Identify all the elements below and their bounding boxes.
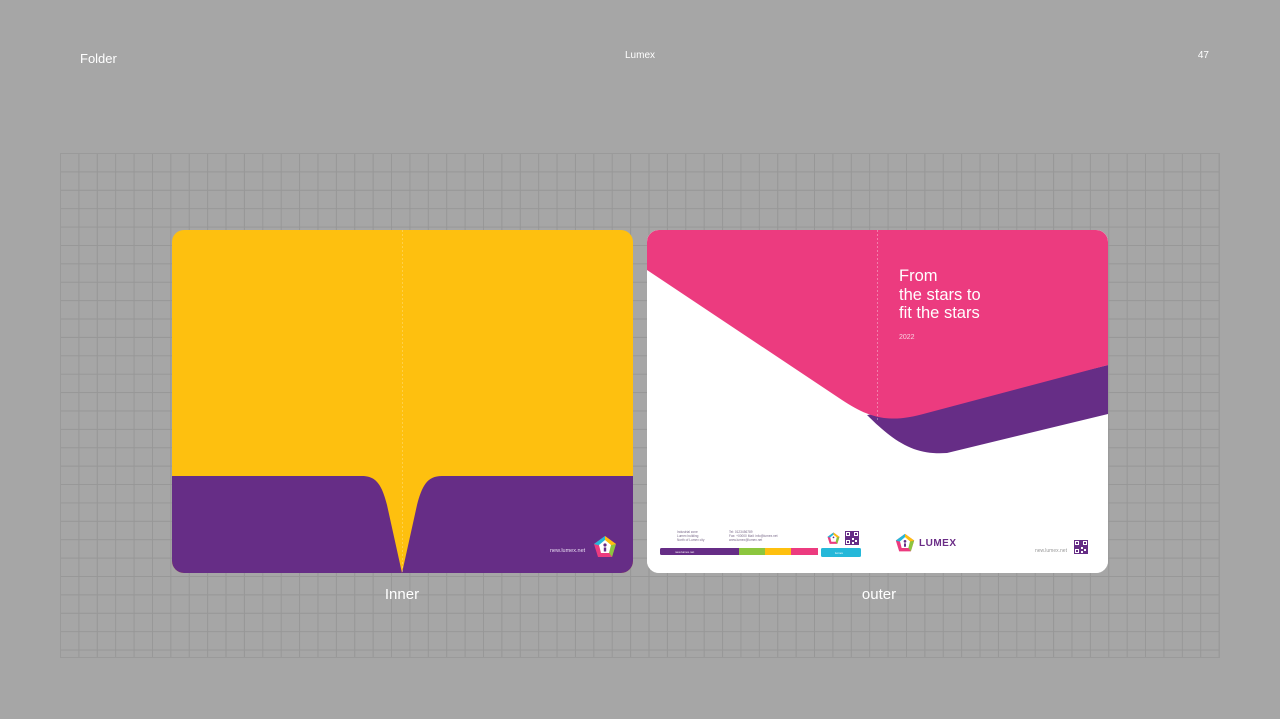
header-brand: Lumex bbox=[624, 50, 655, 61]
folder-outer-mockup: From the stars to fit the stars 2022 Ind… bbox=[647, 230, 1108, 573]
lumex-logo-icon bbox=[827, 532, 840, 544]
qr-code-icon bbox=[1074, 540, 1088, 554]
folder-inner-artwork bbox=[172, 230, 633, 573]
contact-line: www.lumex@lumex.net bbox=[729, 538, 763, 542]
chip-label: lumex bbox=[835, 551, 844, 555]
lumex-wordmark: LUMEX bbox=[919, 538, 957, 549]
qr-code-icon bbox=[845, 531, 859, 545]
outer-caption: outer bbox=[861, 586, 897, 603]
page-header: Folder Lumex 47 bbox=[0, 0, 1280, 80]
folder-outer-artwork bbox=[647, 230, 1108, 573]
bar-label: new.lumex.net bbox=[675, 550, 695, 554]
outer-url-text: new.lumex.net bbox=[1035, 548, 1067, 554]
outer-tagline: From the stars to fit the stars bbox=[899, 267, 981, 322]
page-number: 47 bbox=[1197, 50, 1209, 61]
folder-inner-mockup: new.lumex.net bbox=[172, 230, 633, 573]
outer-year: 2022 bbox=[899, 334, 915, 341]
inner-caption: Inner bbox=[384, 586, 420, 603]
inner-url-text: new.lumex.net bbox=[550, 548, 586, 554]
lumex-logo-icon bbox=[594, 536, 616, 557]
lumex-logo-icon bbox=[895, 533, 915, 552]
address-line: North of Lumex city bbox=[677, 538, 705, 542]
